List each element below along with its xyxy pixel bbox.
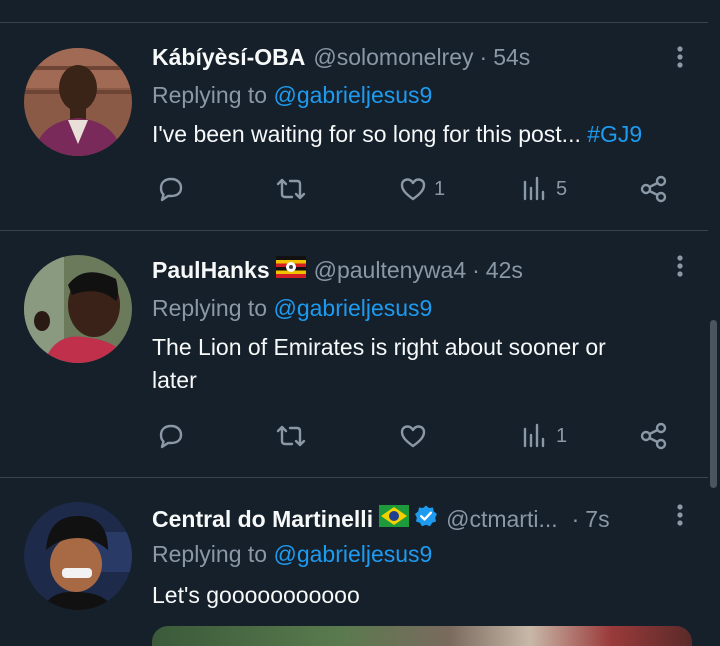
like-button[interactable]: 1 [398,174,445,204]
mention-link[interactable]: @gabrieljesus9 [273,295,432,321]
views-icon [523,423,545,448]
tweet-header: Kábíyèsí-OBA @solomonelrey · 54s [152,42,530,72]
views-icon [523,176,545,201]
view-count: 5 [556,177,568,200]
avatar[interactable] [24,255,132,363]
share-button[interactable] [638,421,670,451]
replying-prefix: Replying to [152,82,274,108]
avatar[interactable] [24,502,132,610]
tweet-header: Central do Martinelli @ctmarti... · 7s [152,504,610,534]
separator-dot: · [472,256,480,283]
more-icon[interactable] [668,500,692,530]
display-name[interactable]: Kábíyèsí-OBA [152,44,305,71]
tweet-body-line: later [152,367,197,393]
like-count: 1 [434,177,446,200]
hashtag-link[interactable]: #GJ9 [587,121,642,147]
retweet-icon [276,425,306,447]
mention-link[interactable]: @gabrieljesus9 [273,541,432,567]
timestamp[interactable]: 42s [486,257,523,284]
replying-prefix: Replying to [152,541,274,567]
more-icon[interactable] [668,42,692,72]
tweet-body: Let's gooooooooooo [152,582,360,608]
brazil-flag-icon [379,505,410,533]
like-icon [400,425,426,448]
tweet-text: The Lion of Emirates is right about soon… [152,331,697,397]
action-bar: 1 5 [152,174,682,204]
reply-icon [159,424,183,449]
tweet-text: Let's gooooooooooo [152,579,697,612]
tweet-body: I've been waiting for so long for this p… [152,121,588,147]
top-divider [0,22,708,23]
replying-to: Replying to @gabrieljesus9 [152,541,432,568]
views-button[interactable]: 1 [520,421,567,451]
uganda-flag-icon [275,256,306,284]
retweet-icon [276,178,306,200]
tweet-body-line: The Lion of Emirates is right about soon… [152,334,606,360]
views-button[interactable]: 5 [520,174,567,204]
share-button[interactable] [638,174,670,204]
display-name[interactable]: PaulHanks [152,257,270,284]
tweet[interactable]: PaulHanks @paultenywa4 · 42s Replying to… [0,231,708,477]
mention-link[interactable]: @gabrieljesus9 [273,82,432,108]
retweet-button[interactable] [274,174,308,204]
user-handle[interactable]: @ctmarti... [446,506,558,533]
tweet-header: PaulHanks @paultenywa4 · 42s [152,255,523,285]
separator-dot: · [479,43,488,70]
timestamp[interactable]: 7s [585,506,609,533]
replying-to: Replying to @gabrieljesus9 [152,295,432,322]
retweet-button[interactable] [274,421,308,451]
scrollbar-thumb[interactable] [710,320,717,488]
reply-icon [159,177,183,202]
tweet-text: I've been waiting for so long for this p… [152,118,697,151]
tweet[interactable]: Central do Martinelli @ctmarti... · 7s R… [0,478,708,635]
verified-badge-icon [414,504,438,534]
tweet-media-image[interactable] [152,626,692,646]
replying-prefix: Replying to [152,295,274,321]
reply-button[interactable] [156,421,186,451]
tweet[interactable]: Kábíyèsí-OBA @solomonelrey · 54s Replyin… [0,24,708,230]
avatar[interactable] [24,48,132,156]
more-icon[interactable] [668,251,692,281]
reply-button[interactable] [156,174,186,204]
like-button[interactable] [398,421,428,451]
user-handle[interactable]: @paultenywa4 [314,257,467,284]
replying-to: Replying to @gabrieljesus9 [152,82,432,109]
display-name[interactable]: Central do Martinelli [152,506,373,533]
share-icon [640,422,667,450]
user-handle[interactable]: @solomonelrey [313,44,473,71]
timestamp[interactable]: 54s [493,44,530,71]
separator-dot: · [571,505,580,532]
share-icon [640,175,667,203]
like-icon [400,178,426,201]
action-bar: 1 [152,421,682,451]
view-count: 1 [556,424,568,447]
